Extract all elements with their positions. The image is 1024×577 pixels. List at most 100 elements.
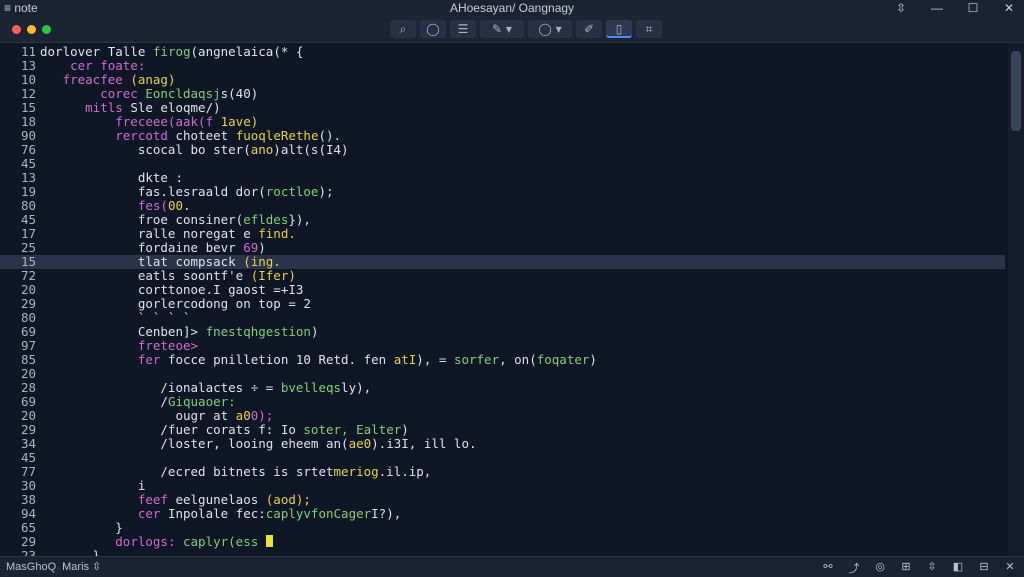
code-token: ano bbox=[250, 142, 274, 157]
code-line[interactable]: 72 eatls soontf'e (Ifer) bbox=[0, 269, 1005, 283]
code-token: a0 bbox=[235, 408, 251, 423]
code-line[interactable]: 10 freacfee (anag) bbox=[0, 73, 1005, 87]
code-text: fer focce pnilletion 10 Retd. fen atI), … bbox=[40, 353, 597, 367]
code-line[interactable]: 20 ougr at a00); bbox=[0, 409, 1005, 423]
collapse-icon[interactable]: ⊟ bbox=[978, 560, 990, 576]
bucket-icon[interactable]: ▯ bbox=[606, 20, 632, 38]
code-line[interactable]: 38 feef eelgunelaos (aod); bbox=[0, 493, 1005, 507]
code-token: } bbox=[40, 520, 123, 535]
code-line[interactable]: 19 fas.lesraald dor(roctloe); bbox=[0, 185, 1005, 199]
code-line[interactable]: 20 corttonoe.I gaost =+I3 bbox=[0, 283, 1005, 297]
code-token: meriog bbox=[333, 464, 379, 479]
vertical-scrollbar[interactable] bbox=[1008, 43, 1024, 556]
code-line[interactable]: 97 freteoe> bbox=[0, 339, 1005, 353]
scrollbar-thumb[interactable] bbox=[1011, 51, 1021, 131]
code-text: gorlercodong on top = 2 bbox=[40, 297, 311, 311]
code-token: bvelleqs bbox=[280, 380, 342, 395]
code-line[interactable]: 28 /ionalactes ÷ = bvelleqsly), bbox=[0, 381, 1005, 395]
code-line[interactable]: 15 tlat compsack (ing. bbox=[0, 255, 1005, 269]
code-line[interactable]: 65 } bbox=[0, 521, 1005, 535]
maximize-button[interactable]: ☐ bbox=[966, 0, 980, 16]
line-number: 30 bbox=[20, 478, 36, 493]
code-line[interactable]: 13 dkte : bbox=[0, 171, 1005, 185]
code-token: cer foate: bbox=[40, 58, 146, 73]
code-text: corec Eoncldaqsjs(40) bbox=[40, 87, 258, 101]
code-line[interactable]: 77 /ecred bitnets is srtetmeriog.il.ip, bbox=[0, 465, 1005, 479]
code-line[interactable]: 90 rercotd choteet fuoqleRethe(). bbox=[0, 129, 1005, 143]
close-dot[interactable] bbox=[12, 25, 21, 34]
panel-icon[interactable]: ◧ bbox=[952, 560, 964, 576]
code-token: 1ave) bbox=[220, 114, 259, 129]
code-line[interactable]: 80 fes(00. bbox=[0, 199, 1005, 213]
code-token: cer bbox=[40, 506, 168, 521]
code-token: firog bbox=[152, 44, 191, 59]
code-line[interactable]: 94 cer Inpolale fec:caplyvfonCagerI?), bbox=[0, 507, 1005, 521]
code-token: /fuer corats f: Io bbox=[40, 422, 304, 437]
code-line[interactable]: 18 freceee(aak(f 1ave) bbox=[0, 115, 1005, 129]
code-text: ` ` ` ` bbox=[40, 311, 191, 325]
code-line[interactable]: 76 scocal bo ster(ano)alt(s(I4) bbox=[0, 143, 1005, 157]
close-icon[interactable]: ✕ bbox=[1004, 560, 1016, 576]
search-icon[interactable]: ⌕ bbox=[390, 20, 416, 38]
status-item-branch[interactable]: MasGhoQ bbox=[6, 561, 56, 573]
line-number: 94 bbox=[20, 506, 36, 521]
code-line[interactable]: 12 corec Eoncldaqsjs(40) bbox=[0, 87, 1005, 101]
code-text: /ionalactes ÷ = bvelleqsly), bbox=[40, 381, 371, 395]
code-line[interactable]: 15 mitls Sle eloqme/) bbox=[0, 101, 1005, 115]
code-line[interactable]: 20 bbox=[0, 367, 1005, 381]
brush-dropdown-icon[interactable]: ✎ ▾ bbox=[480, 20, 524, 38]
code-token: ).i3I, ill lo. bbox=[371, 436, 477, 451]
code-line[interactable]: 11 dorlover Talle firog(angnelaica(* { bbox=[0, 45, 1005, 59]
code-text: cer Inpolale fec:caplyvfonCagerI?), bbox=[40, 507, 401, 521]
line-number: 80 bbox=[20, 198, 36, 213]
line-number: 29 bbox=[20, 422, 36, 437]
text-cursor bbox=[265, 535, 273, 547]
grid-icon[interactable]: ⌗ bbox=[636, 20, 662, 38]
code-line[interactable]: 29 dorlogs: caplyr(ess bbox=[0, 535, 1005, 549]
code-line[interactable]: 29 gorlercodong on top = 2 bbox=[0, 297, 1005, 311]
code-token: (ing. bbox=[243, 254, 281, 269]
toolbar: ⌕ ◯ ☰ ✎ ▾ ◯ ▾ ✐ ▯ ⌗ bbox=[0, 16, 1024, 43]
tool-group: ⌕ ◯ ☰ ✎ ▾ ◯ ▾ ✐ ▯ ⌗ bbox=[390, 20, 662, 38]
code-line[interactable]: 69 Cenben]> fnestqhgestion) bbox=[0, 325, 1005, 339]
code-line[interactable]: 85 fer focce pnilletion 10 Retd. fen atI… bbox=[0, 353, 1005, 367]
code-editor[interactable]: 11 dorlover Talle firog(angnelaica(* {13 … bbox=[0, 43, 1007, 563]
code-token: soter, Ealter bbox=[303, 422, 402, 437]
list-icon[interactable]: ☰ bbox=[450, 20, 476, 38]
resize-icon[interactable]: ⇳ bbox=[926, 560, 938, 576]
code-line[interactable]: 69 /Giquaoer: bbox=[0, 395, 1005, 409]
code-line[interactable]: 25 fordaine bevr 69) bbox=[0, 241, 1005, 255]
line-number: 18 bbox=[20, 114, 36, 129]
code-line[interactable]: 80 ` ` ` ` bbox=[0, 311, 1005, 325]
code-line[interactable]: 45 froe consiner(efldes}), bbox=[0, 213, 1005, 227]
code-token: atI bbox=[393, 352, 417, 367]
line-number: 20 bbox=[20, 366, 36, 381]
code-line[interactable]: 45 bbox=[0, 451, 1005, 465]
status-item-mode[interactable]: Maris ⇳ bbox=[62, 560, 101, 573]
pen-icon[interactable]: ✐ bbox=[576, 20, 602, 38]
code-line[interactable]: 13 cer foate: bbox=[0, 59, 1005, 73]
code-token: fnestqhgestion bbox=[205, 324, 311, 339]
target-icon[interactable]: ◎ bbox=[874, 560, 886, 576]
code-line[interactable]: 17 ralle noregat e find. bbox=[0, 227, 1005, 241]
zoom-icon[interactable]: ◯ bbox=[420, 20, 446, 38]
minimize-button[interactable]: — bbox=[930, 0, 944, 16]
share-icon[interactable]: ⚯ bbox=[822, 560, 834, 576]
code-token: focce pnilletion 10 Retd. fen bbox=[167, 352, 394, 367]
code-text: dorlogs: caplyr(ess bbox=[40, 535, 273, 549]
layout-icon[interactable]: ⊞ bbox=[900, 560, 912, 576]
code-token: dorlover Talle bbox=[40, 44, 153, 59]
code-line[interactable]: 34 /loster, looing eheem an(ae0).i3I, il… bbox=[0, 437, 1005, 451]
close-button[interactable]: ✕ bbox=[1002, 0, 1016, 16]
code-token: I?), bbox=[371, 506, 402, 521]
code-line[interactable]: 30 i bbox=[0, 479, 1005, 493]
zoom-dot[interactable] bbox=[42, 25, 51, 34]
circle-dropdown-icon[interactable]: ◯ ▾ bbox=[528, 20, 572, 38]
line-number: 11 bbox=[20, 44, 36, 59]
code-token: gorlercodong on top = 2 bbox=[40, 296, 311, 311]
code-line[interactable]: 45 bbox=[0, 157, 1005, 171]
export-icon[interactable]: ⤴ bbox=[848, 560, 860, 576]
minimize-dot[interactable] bbox=[27, 25, 36, 34]
code-line[interactable]: 29 /fuer corats f: Io soter, Ealter) bbox=[0, 423, 1005, 437]
resize-icon[interactable]: ⇳ bbox=[894, 0, 908, 16]
